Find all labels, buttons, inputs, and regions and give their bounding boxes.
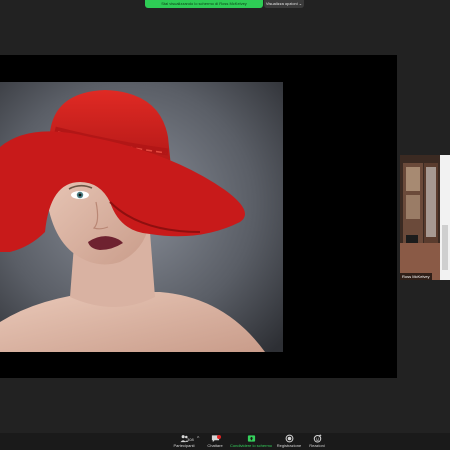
view-options-button[interactable]: Visualizza opzioni ⌄: [264, 0, 304, 8]
meeting-toolbar: 308 ^ Partecipanti Chattare Condividere …: [0, 433, 450, 450]
share-screen-label: Condividere lo schermo: [230, 443, 273, 448]
reactions-icon: [313, 434, 321, 443]
screen-share-banner[interactable]: Stai visualizzando lo schermo di Ross Mc…: [145, 0, 263, 8]
participant-name-tag: Ross McKelvey: [400, 273, 432, 280]
shared-portrait-image: [0, 82, 283, 352]
participants-count: 308: [187, 437, 194, 442]
share-screen-icon: [247, 435, 255, 442]
share-screen-button[interactable]: Condividere lo schermo: [230, 434, 272, 450]
chat-button[interactable]: Chattare: [195, 434, 235, 450]
reactions-button[interactable]: Reazioni: [297, 434, 337, 450]
chat-label: Chattare: [207, 443, 223, 448]
reactions-label: Reazioni: [309, 443, 325, 448]
record-icon: [285, 434, 293, 443]
participant-name: Ross McKelvey: [402, 274, 430, 279]
participant-video-tile[interactable]: [400, 155, 450, 280]
chat-notification-badge: [217, 435, 221, 439]
